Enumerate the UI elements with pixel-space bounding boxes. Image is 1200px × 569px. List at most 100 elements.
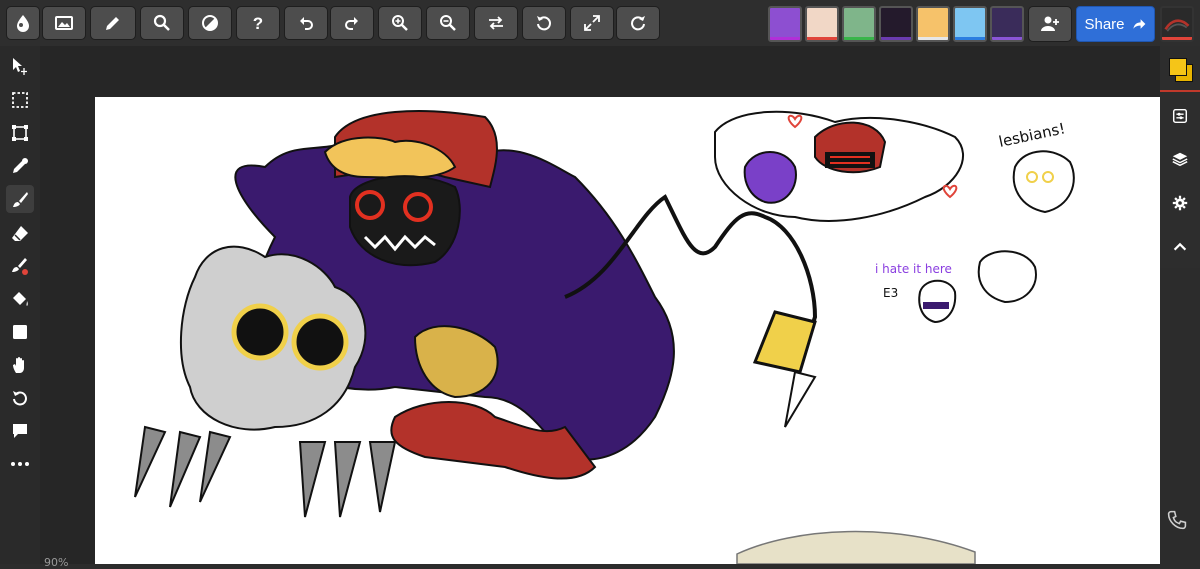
eraser-tool[interactable] (6, 219, 34, 247)
zoom-out-button[interactable] (426, 6, 470, 40)
small-goggle-2 (1042, 171, 1054, 183)
caption-lesbians: lesbians! (997, 119, 1067, 151)
heart-2 (942, 184, 958, 199)
help-button[interactable]: ? (236, 6, 280, 40)
undo-button[interactable] (284, 6, 328, 40)
drop-logo-icon (17, 15, 29, 32)
paintbrush-dot-icon (12, 258, 28, 275)
smudge-tool[interactable] (6, 252, 34, 280)
avatar-color-bar (770, 37, 800, 40)
avatar-color-bar (881, 37, 911, 40)
zoom-out-icon (440, 15, 456, 31)
collaborator-4-avatar[interactable] (879, 6, 913, 42)
small-visor (923, 302, 949, 309)
avatar-color-bar (918, 37, 948, 40)
drawing-canvas[interactable]: lesbians! i hate it here E3 (95, 97, 1160, 564)
rotate-right-icon (631, 16, 645, 31)
search-button[interactable] (140, 6, 184, 40)
flip-arrows-icon (489, 16, 503, 30)
color-divider (1160, 90, 1200, 92)
tool-sidebar (0, 46, 40, 564)
chevron-up-icon (1173, 242, 1187, 251)
collaborator-1-avatar[interactable] (768, 6, 802, 42)
brush-stroke-thumb-icon (1164, 19, 1190, 32)
comment-tool[interactable] (6, 417, 34, 445)
purple-character-head (743, 151, 797, 204)
fill-tool[interactable] (6, 285, 34, 313)
edit-button[interactable] (90, 6, 136, 40)
question-icon: ? (253, 14, 263, 33)
shape-tool[interactable] (6, 318, 34, 346)
avatar-color-bar (955, 37, 985, 40)
share-button[interactable]: Share (1076, 6, 1155, 42)
phone-icon[interactable] (1165, 508, 1189, 532)
layers-button[interactable] (1165, 144, 1195, 174)
paint-bucket-icon (13, 292, 28, 306)
own-avatar[interactable] (1160, 6, 1194, 42)
marquee-icon (12, 92, 28, 108)
redo-button[interactable] (330, 6, 374, 40)
own-avatar-bar (1162, 37, 1192, 40)
rotate-left-icon (537, 16, 551, 31)
contrast-icon (202, 15, 218, 31)
share-label: Share (1084, 15, 1125, 33)
small-figure-3 (977, 250, 1037, 304)
caption-hate: i hate it here (875, 262, 952, 276)
select-tool[interactable] (6, 86, 34, 114)
add-user-icon (1041, 16, 1059, 31)
primary-color-swatch (1169, 58, 1187, 76)
share-arrow-icon (1132, 19, 1145, 29)
search-icon (153, 14, 170, 31)
collaborator-7-avatar[interactable] (990, 6, 1024, 42)
collaborator-3-avatar[interactable] (842, 6, 876, 42)
layers-icon (1172, 152, 1188, 167)
svg-text:?: ? (253, 14, 263, 33)
settings-button[interactable] (1165, 188, 1195, 218)
collaborator-5-avatar[interactable] (916, 6, 950, 42)
rotate-tool[interactable] (6, 384, 34, 412)
rotate-icon (13, 391, 27, 406)
zoom-in-button[interactable] (378, 6, 422, 40)
color-swatch[interactable] (1165, 54, 1195, 84)
expand-icon (584, 15, 600, 31)
fullscreen-button[interactable] (570, 6, 614, 40)
eyedropper-icon (13, 158, 28, 173)
pencil-icon (106, 17, 119, 30)
zoom-in-icon (392, 15, 408, 31)
rotate-reset-button[interactable] (522, 6, 566, 40)
more-tools[interactable] (6, 450, 34, 478)
collaborator-2-avatar[interactable] (805, 6, 839, 42)
caption-e3: E3 (883, 286, 898, 300)
collapse-panel-button[interactable] (1165, 232, 1195, 262)
brush-icon (13, 192, 28, 207)
insert-image-button[interactable] (42, 6, 86, 40)
yellow-goggle-right (291, 313, 349, 371)
image-icon (55, 16, 73, 30)
avatar-color-bar (992, 37, 1022, 40)
properties-button[interactable] (1165, 101, 1195, 131)
flip-button[interactable] (474, 6, 518, 40)
speech-bubble-icon (13, 424, 27, 438)
square-icon (13, 325, 27, 339)
contrast-button[interactable] (188, 6, 232, 40)
avatar-color-bar (844, 37, 874, 40)
brush-tool[interactable] (6, 185, 34, 213)
right-panel (1160, 46, 1200, 268)
more-dots-icon (11, 462, 29, 466)
small-goggle-1 (1026, 171, 1038, 183)
small-figure-1 (1012, 150, 1075, 214)
collaborator-6-avatar[interactable] (953, 6, 987, 42)
face-shadow (349, 175, 461, 267)
gear-icon (1172, 195, 1188, 211)
move-tool[interactable] (6, 52, 34, 80)
avatar-color-bar (807, 37, 837, 40)
hand-icon (13, 357, 24, 373)
add-user-button[interactable] (1028, 6, 1072, 42)
eyedropper-tool[interactable] (6, 152, 34, 180)
hand-tool[interactable] (6, 351, 34, 379)
refresh-button[interactable] (616, 6, 660, 40)
app-logo-button[interactable] (6, 6, 40, 40)
transform-tool[interactable] (6, 119, 34, 147)
undo-icon (300, 17, 313, 30)
visor (825, 152, 875, 168)
